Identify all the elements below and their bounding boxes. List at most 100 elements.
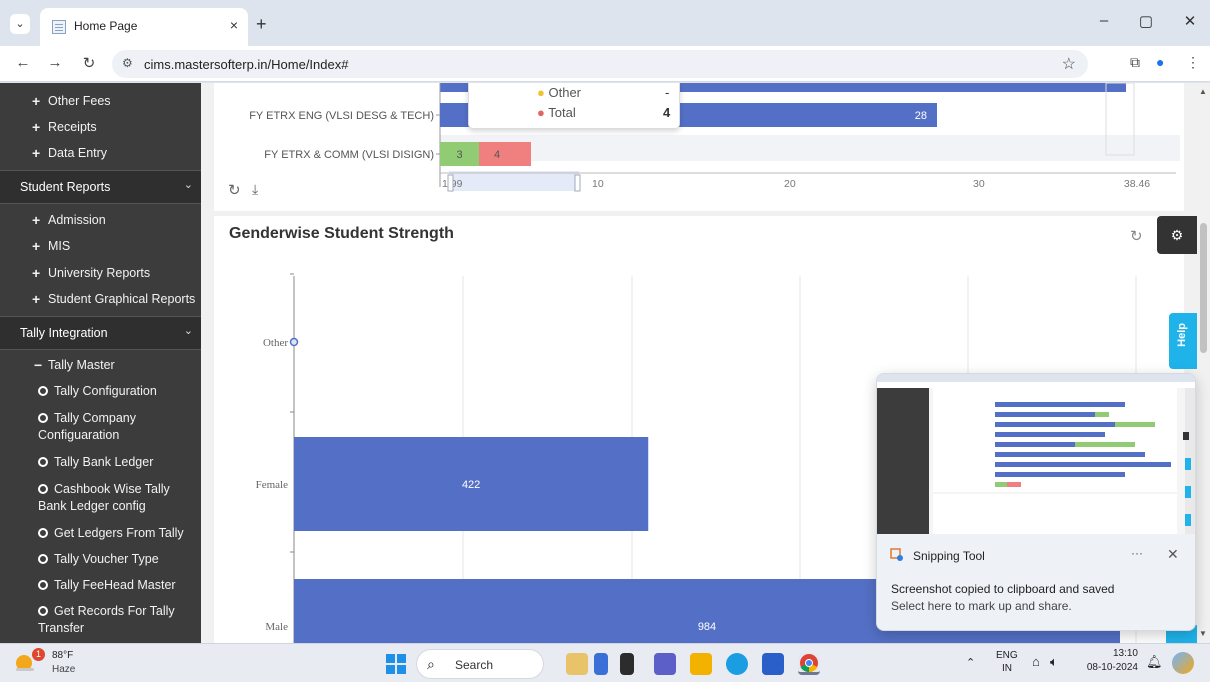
tab-home-page[interactable]: Home Page × xyxy=(40,8,248,46)
clock-date[interactable]: 08-10-2024 xyxy=(1082,662,1138,673)
sidebar-item-label: Get Records For Tally Transfer xyxy=(38,604,175,635)
download-icon[interactable]: ⤓ xyxy=(252,181,258,198)
minimize-button[interactable]: – xyxy=(1094,12,1114,29)
navigator-selection xyxy=(449,171,579,191)
tooltip-row-total: ● Total xyxy=(537,105,576,120)
bookmark-star-icon[interactable]: ☆ xyxy=(1062,54,1076,74)
page-scrollbar[interactable]: ▲ ▼ xyxy=(1197,83,1210,643)
sidebar-item-label: MIS xyxy=(48,239,71,253)
refresh-icon[interactable]: ↻ xyxy=(1130,227,1143,245)
copilot-icon[interactable] xyxy=(1172,652,1194,674)
scroll-thumb[interactable] xyxy=(1200,223,1207,353)
plus-icon: + xyxy=(32,291,41,307)
notification-app-name: Snipping Tool xyxy=(913,549,985,563)
sidebar-item-tally-bank-ledger[interactable]: Tally Bank Ledger xyxy=(38,454,198,471)
taskbar-search[interactable]: ⌕ Search xyxy=(416,649,544,679)
browser-menu-icon[interactable]: ⋮ xyxy=(1186,54,1200,71)
category-label: FY ETRX ENG (VLSI DESG & TECH) xyxy=(249,110,434,122)
sidebar-item-tally-company-configuaration[interactable]: Tally Company Configuaration xyxy=(38,410,198,444)
sidebar-item-get-ledgers-from-tally[interactable]: Get Ledgers From Tally xyxy=(38,525,198,542)
reload-icon[interactable]: ↻ xyxy=(80,54,98,72)
legend-dot-icon: ● xyxy=(537,105,545,120)
navigator-tick-label: 20 xyxy=(784,178,796,190)
settings-gear-icon[interactable]: ⚙ xyxy=(1157,216,1197,254)
extensions-icon[interactable]: ⧉ xyxy=(1130,54,1140,71)
scroll-down-icon[interactable]: ▼ xyxy=(1199,629,1207,638)
tooltip-row-other: ● Other xyxy=(537,85,581,100)
course-bar-chart: FY ETRX ENG (VLSI DESG & TECH) FY ETRX & … xyxy=(249,83,1180,192)
sidebar-item-tally-voucher-type[interactable]: Tally Voucher Type xyxy=(38,551,198,568)
weather-condition: Haze xyxy=(52,664,76,675)
search-icon: ⌕ xyxy=(427,656,435,672)
new-tab-button[interactable]: + xyxy=(256,14,267,35)
scroll-up-icon[interactable]: ▲ xyxy=(1199,87,1207,96)
screenshot-thumbnail-image xyxy=(877,374,1195,534)
windows-start-icon[interactable] xyxy=(386,654,406,674)
navigator-tick-label: 10 xyxy=(592,178,604,190)
tab-search-dropdown[interactable]: ⌄ xyxy=(10,14,30,34)
help-button[interactable]: Help xyxy=(1169,313,1197,369)
chrome-icon xyxy=(800,654,818,673)
volume-icon[interactable]: 🔈︎ xyxy=(1050,654,1058,670)
task-view-icon[interactable] xyxy=(594,653,608,675)
sidebar-item-label: Tally Company Configuaration xyxy=(38,411,136,442)
sidebar-section-student-reports[interactable]: Student Reports ⌄ xyxy=(0,170,201,204)
forward-arrow-icon[interactable]: → xyxy=(46,54,64,71)
sidebar: + Other Fees + Receipts + Data Entry Stu… xyxy=(0,83,201,643)
notification-bell-icon[interactable]: 🔔︎ xyxy=(1146,654,1163,670)
language-indicator[interactable]: ENG xyxy=(996,650,1018,661)
notification-hint: Select here to mark up and share. xyxy=(891,599,1072,613)
tooltip-label: Other xyxy=(548,85,581,100)
sidebar-item-label: University Reports xyxy=(48,266,151,280)
close-window-button[interactable]: ✕ xyxy=(1180,12,1200,30)
weather-temperature: 88°F xyxy=(52,650,74,661)
sidebar-section-tally-integration[interactable]: Tally Integration ⌄ xyxy=(0,316,201,350)
category-label: Female xyxy=(256,479,288,491)
teams-app-icon[interactable] xyxy=(654,653,676,675)
navigator-tick-label: 38.46 xyxy=(1124,178,1150,190)
bar-data-label: 984 xyxy=(698,621,716,633)
url-box[interactable]: ⚙ cims.mastersofterp.in/Home/Index# ☆ xyxy=(112,50,1088,78)
sidebar-item-tally-feehead-master[interactable]: Tally FeeHead Master xyxy=(38,577,198,594)
close-icon[interactable]: ✕ xyxy=(1167,546,1179,563)
url-text[interactable]: cims.mastersofterp.in/Home/Index# xyxy=(144,57,348,72)
more-options-icon[interactable]: ··· xyxy=(1131,546,1143,560)
plus-icon: + xyxy=(32,212,41,228)
hover-band xyxy=(440,135,1180,161)
tab-close-icon[interactable]: × xyxy=(230,17,238,33)
bar-data-label: 28 xyxy=(915,110,927,122)
refresh-icon[interactable]: ↻ xyxy=(228,181,241,199)
screenshot-thumbnail[interactable] xyxy=(877,374,1195,534)
sidebar-item-label: Tally FeeHead Master xyxy=(54,578,176,592)
sidebar-item-get-records-for-tally-transfer[interactable]: Get Records For Tally Transfer xyxy=(38,603,198,637)
category-label: Male xyxy=(265,621,288,633)
restore-button[interactable]: ▢ xyxy=(1136,12,1156,30)
snipping-tool-notification[interactable]: Snipping Tool ··· ✕ Screenshot copied to… xyxy=(876,373,1196,631)
store-app-icon[interactable] xyxy=(762,653,784,675)
terminal-app-icon[interactable] xyxy=(620,653,634,675)
tab-title: Home Page xyxy=(74,19,138,33)
widgets-app-icon[interactable] xyxy=(566,653,588,675)
navigator-handle-left xyxy=(447,174,454,192)
sidebar-item-tally-configuration[interactable]: Tally Configuration xyxy=(38,383,198,400)
file-explorer-icon[interactable] xyxy=(690,653,712,675)
help-label: Help xyxy=(1176,323,1188,347)
address-bar: ← → ↻ ⚙ cims.mastersofterp.in/Home/Index… xyxy=(0,46,1210,82)
network-icon[interactable]: ⌂ xyxy=(1032,654,1040,669)
site-info-icon[interactable]: ⚙ xyxy=(122,56,133,70)
tooltip-value: - xyxy=(665,85,670,100)
sidebar-item-label: Tally Voucher Type xyxy=(54,552,159,566)
chevron-down-icon: ⌄ xyxy=(183,179,193,191)
circle-icon xyxy=(38,528,48,538)
sidebar-item-label: Admission xyxy=(48,213,106,227)
chrome-app-active[interactable] xyxy=(798,653,820,675)
sidebar-item-cashbook-wise-tally-bank-ledger-config[interactable]: Cashbook Wise Tally Bank Ledger config xyxy=(38,481,198,515)
edge-browser-icon[interactable] xyxy=(726,653,748,675)
clock-time[interactable]: 13:10 xyxy=(1090,648,1138,659)
tooltip-value: 4 xyxy=(663,105,671,120)
back-arrow-icon[interactable]: ← xyxy=(14,54,32,71)
show-hidden-icons[interactable]: ⌃ xyxy=(966,656,975,669)
profile-icon[interactable]: ● xyxy=(1156,54,1164,70)
notification-message: Screenshot copied to clipboard and saved xyxy=(891,582,1115,596)
weather-badge: 1 xyxy=(32,648,45,661)
